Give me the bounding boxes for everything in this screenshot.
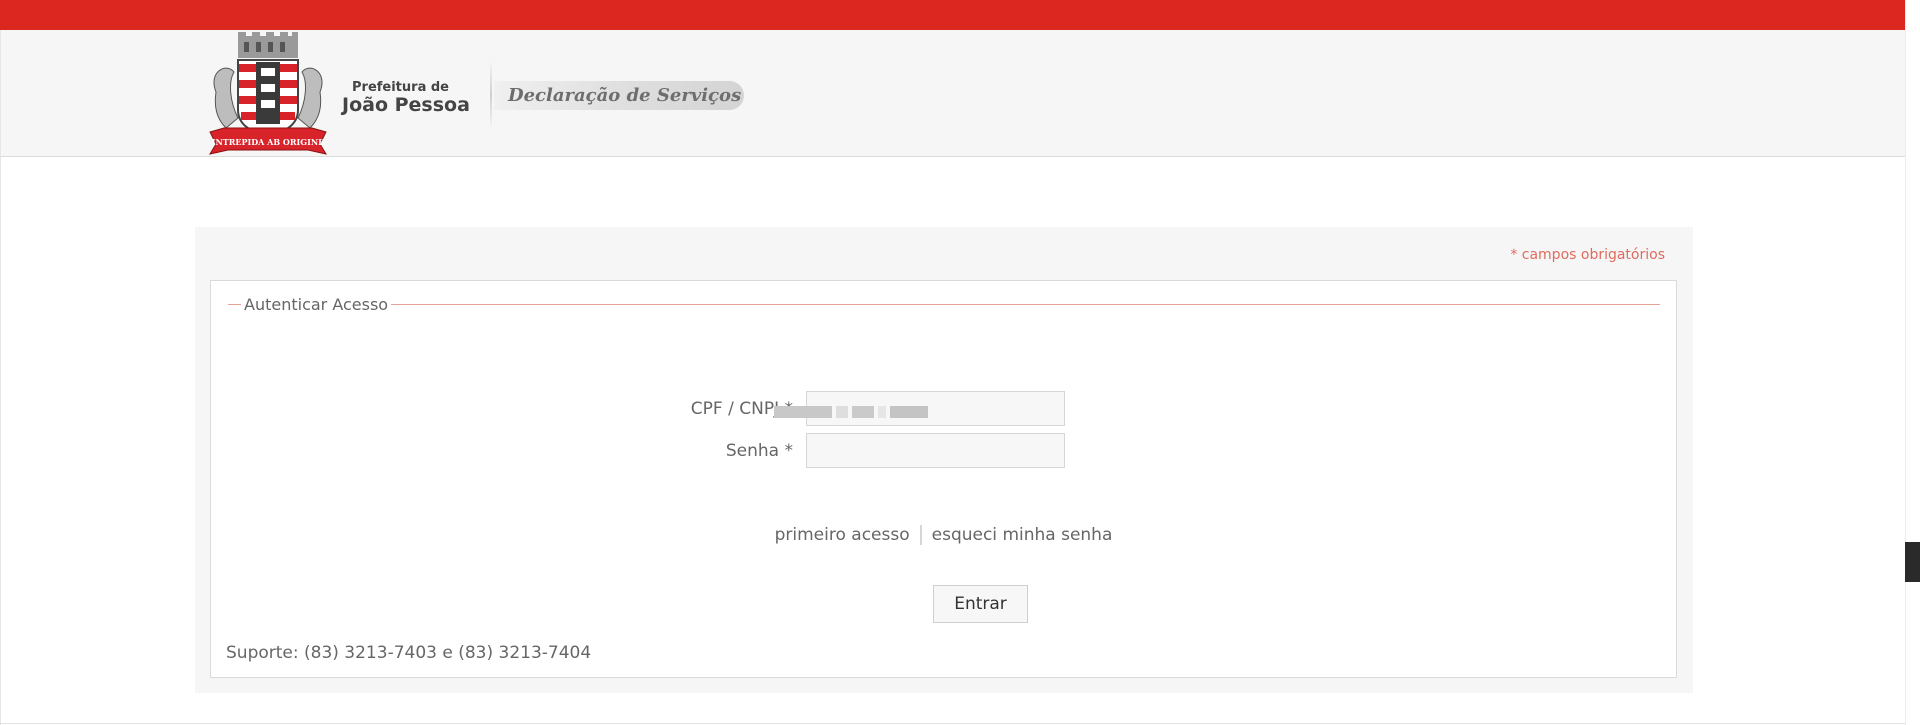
org-label-small: Prefeitura de — [352, 80, 449, 95]
submit-button[interactable]: Entrar — [933, 585, 1028, 623]
auth-links: primeiro acesso esqueci minha senha — [211, 525, 1676, 545]
first-access-link[interactable]: primeiro acesso — [775, 525, 910, 545]
legend-rule — [228, 304, 1660, 305]
auth-fieldset: Autenticar Acesso CPF / CNPJ * Senha * p… — [210, 280, 1677, 678]
support-phones: Suporte: (83) 3213-7403 e (83) 3213-7404 — [226, 643, 592, 663]
coat-of-arms-logo: INTREPIDA AB ORIGINE — [208, 32, 328, 155]
senha-label: Senha * — [725, 441, 793, 461]
login-panel: * campos obrigatórios Autenticar Acesso … — [195, 227, 1693, 693]
header-divider — [490, 60, 492, 130]
cpf-cnpj-label: CPF / CNPJ * — [690, 399, 793, 419]
cpf-masked-value — [774, 406, 928, 420]
service-title: Declaração de Serviços — [508, 85, 742, 106]
links-separator — [919, 525, 922, 545]
scrollbar-track[interactable] — [1905, 0, 1920, 725]
site-header: INTREPIDA AB ORIGINE Prefeitura de João … — [0, 30, 1905, 157]
fieldset-legend: Autenticar Acesso — [241, 295, 392, 314]
org-name: João Pessoa — [342, 94, 470, 116]
forgot-password-link[interactable]: esqueci minha senha — [932, 525, 1113, 545]
svg-text:INTREPIDA AB ORIGINE: INTREPIDA AB ORIGINE — [212, 137, 325, 147]
scrollbar-thumb[interactable] — [1905, 542, 1920, 582]
page-border-left — [0, 157, 1, 725]
senha-input[interactable] — [806, 433, 1065, 468]
required-fields-note: * campos obrigatórios — [1510, 247, 1665, 263]
page-border-bottom — [0, 723, 1905, 724]
top-red-bar — [0, 0, 1905, 30]
